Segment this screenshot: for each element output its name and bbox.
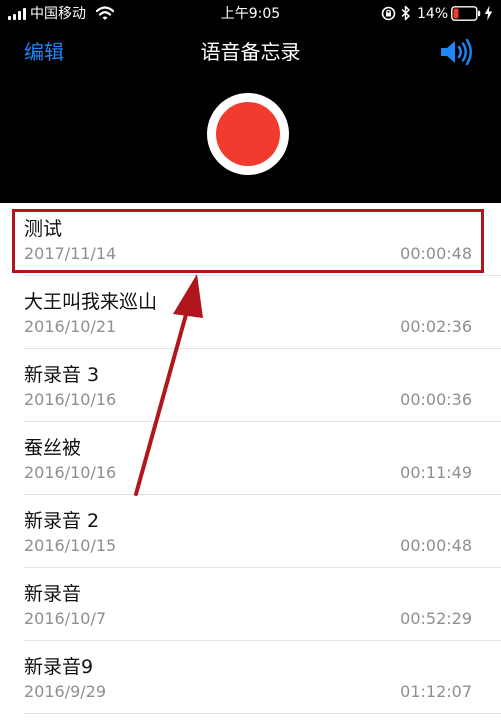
memo-date: 2016/9/29 xyxy=(24,682,107,701)
memo-name: 新录音 xyxy=(24,583,82,605)
memo-name: 新录音 2 xyxy=(24,510,100,532)
memo-date: 2016/10/15 xyxy=(24,536,117,555)
memo-date: 2016/10/16 xyxy=(24,463,117,482)
memo-duration: 00:00:48 xyxy=(400,536,472,555)
record-button[interactable] xyxy=(207,93,289,175)
charging-bolt-icon xyxy=(484,5,493,21)
memo-date: 2016/10/21 xyxy=(24,317,117,336)
memo-date: 2016/10/7 xyxy=(24,609,107,628)
memo-name: 大王叫我来巡山 xyxy=(24,291,158,313)
memo-list: 测试 2017/11/14 00:00:48 大王叫我来巡山 2016/10/2… xyxy=(0,203,501,714)
status-bar: 中国移动 上午9:05 14% xyxy=(0,0,501,30)
memo-row[interactable]: 新录音 3 2016/10/16 00:00:36 xyxy=(0,349,501,422)
memo-duration: 00:02:36 xyxy=(400,317,472,336)
memo-row[interactable]: 新录音9 2016/9/29 01:12:07 xyxy=(0,641,501,714)
memo-row[interactable]: 蚕丝被 2016/10/16 00:11:49 xyxy=(0,422,501,495)
nav-bar: 编辑 语音备忘录 xyxy=(0,32,501,72)
page-title: 语音备忘录 xyxy=(200,40,301,64)
speaker-icon[interactable] xyxy=(436,37,474,67)
rotation-lock-icon xyxy=(381,6,396,21)
record-icon xyxy=(216,102,280,166)
memo-duration: 00:52:29 xyxy=(400,609,472,628)
memo-name: 蚕丝被 xyxy=(24,437,82,459)
memo-name: 新录音 3 xyxy=(24,364,100,386)
row-divider xyxy=(24,713,501,714)
battery-percentage: 14% xyxy=(417,6,449,22)
memo-date: 2016/10/16 xyxy=(24,390,117,409)
memo-name: 测试 xyxy=(24,218,63,240)
memo-duration: 00:00:48 xyxy=(400,244,472,263)
battery-low-icon xyxy=(451,6,481,21)
memo-row[interactable]: 大王叫我来巡山 2016/10/21 00:02:36 xyxy=(0,276,501,349)
recorder-header: 中国移动 上午9:05 14% 编辑 语音备忘录 xyxy=(0,0,501,203)
memo-date: 2017/11/14 xyxy=(24,244,117,263)
voice-memos-screen: 中国移动 上午9:05 14% 编辑 语音备忘录 测试 2017/11/14 0… xyxy=(0,0,501,724)
memo-duration: 00:11:49 xyxy=(400,463,472,482)
memo-row[interactable]: 新录音 2 2016/10/15 00:00:48 xyxy=(0,495,501,568)
memo-name: 新录音9 xyxy=(24,656,94,678)
memo-duration: 01:12:07 xyxy=(400,682,472,701)
memo-row[interactable]: 测试 2017/11/14 00:00:48 xyxy=(0,203,501,276)
bluetooth-icon xyxy=(401,5,410,21)
memo-duration: 00:00:36 xyxy=(400,390,472,409)
memo-row[interactable]: 新录音 2016/10/7 00:52:29 xyxy=(0,568,501,641)
